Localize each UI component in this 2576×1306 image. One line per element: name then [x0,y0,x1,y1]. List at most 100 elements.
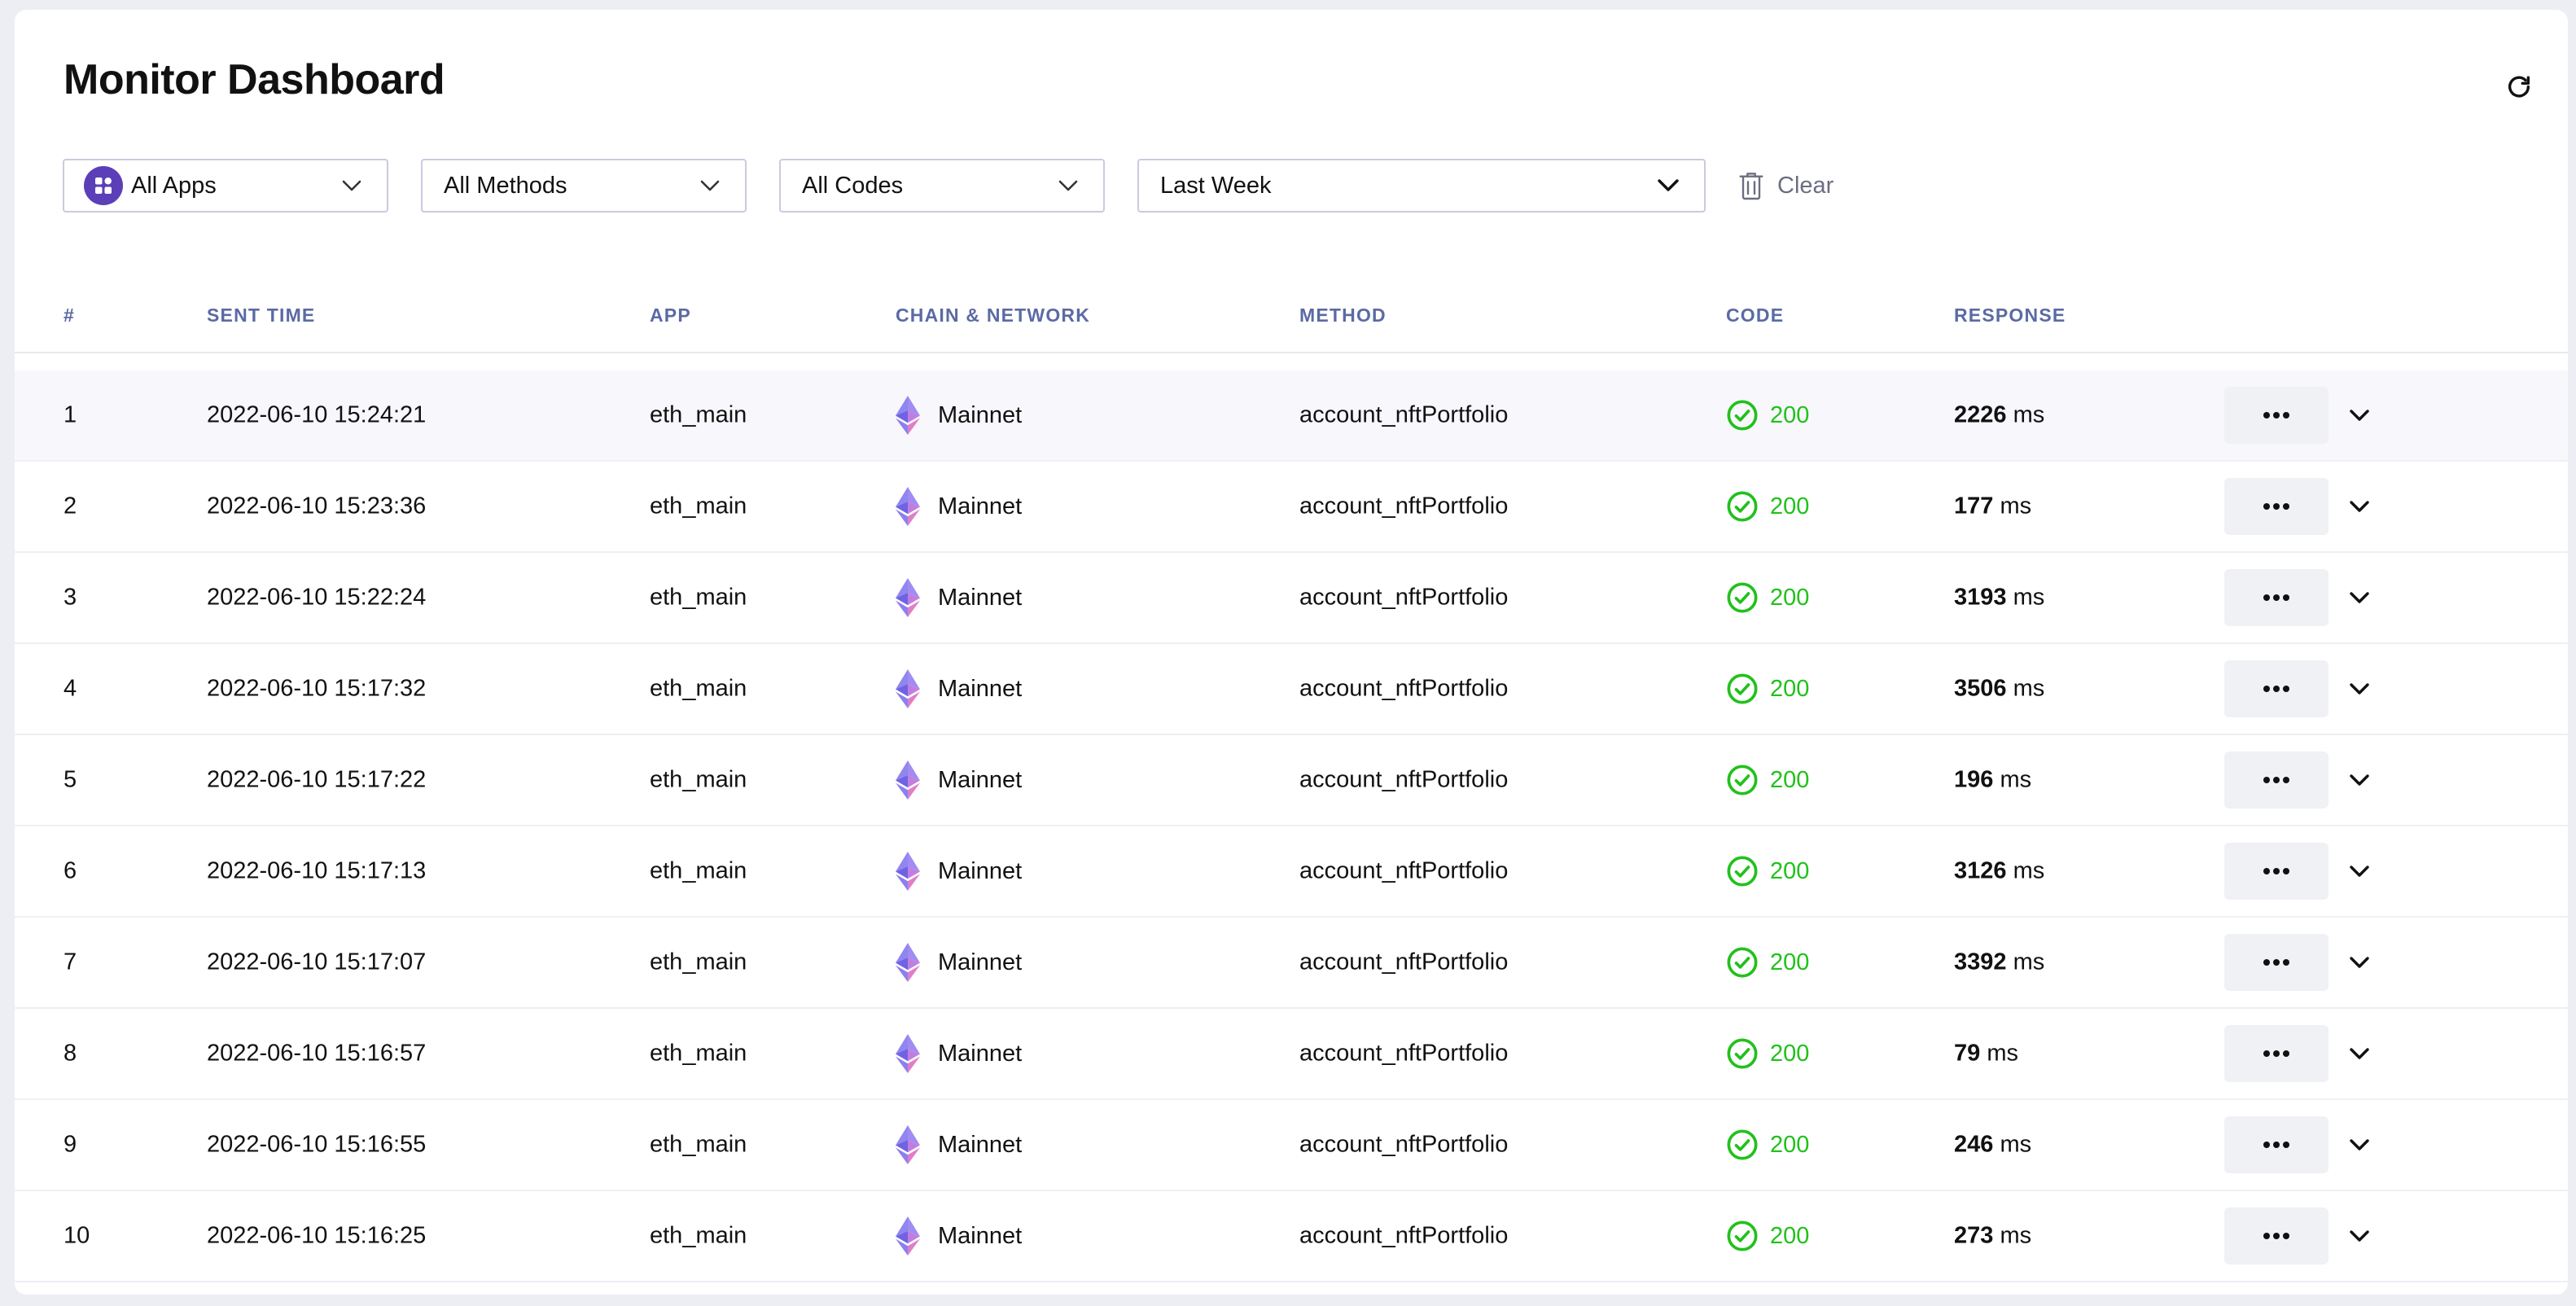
row-app: eth_main [650,493,747,519]
column-header-app: APP [650,305,691,326]
methods-filter[interactable]: All Methods [421,159,747,213]
more-actions-button[interactable] [2224,843,2328,900]
row-response-value: 3506 [1954,675,2007,702]
apps-filter[interactable]: All Apps [63,159,388,213]
row-method: account_nftPortfolio [1299,675,1509,702]
row-response: 79 ms [1954,1041,2018,1067]
row-method: account_nftPortfolio [1299,766,1509,793]
row-code-value: 200 [1770,949,1810,975]
row-method: account_nftPortfolio [1299,1040,1509,1067]
codes-filter[interactable]: All Codes [779,159,1105,213]
row-response: 3193 ms [1954,585,2044,611]
more-actions-button[interactable] [2224,934,2328,991]
row-response: 3392 ms [1954,949,2044,976]
table-row[interactable]: 5 2022-06-10 15:17:22 eth_main Mainnet a… [15,735,2568,826]
row-code: 200 [1726,1129,1809,1161]
row-network: Mainnet [938,401,1023,428]
row-app: eth_main [650,766,747,793]
chevron-down-icon [2350,1139,2369,1150]
row-app: eth_main [650,949,747,975]
more-actions-button[interactable] [2224,660,2328,717]
row-code-value: 200 [1770,1222,1810,1249]
row-response-unit: ms [2000,1222,2032,1249]
clear-button[interactable]: Clear [1738,171,1833,200]
more-horizontal-icon [2263,777,2289,783]
expand-row-button[interactable] [2345,948,2374,977]
chevron-down-icon [1058,179,1079,192]
more-actions-button[interactable] [2224,1116,2328,1173]
table-row[interactable]: 4 2022-06-10 15:17:32 eth_main Mainnet a… [15,644,2568,735]
chevron-down-icon [2350,866,2369,877]
table-header: # SENT TIME APP CHAIN & NETWORK METHOD C… [15,296,2568,337]
dashboard-card: Monitor Dashboard All Apps All Methods A… [15,10,2568,1295]
row-response-unit: ms [2000,1131,2032,1158]
table-row[interactable]: 10 2022-06-10 15:16:25 eth_main Mainnet … [15,1191,2568,1282]
table-row[interactable]: 3 2022-06-10 15:22:24 eth_main Mainnet a… [15,553,2568,644]
row-network: Mainnet [938,1222,1023,1249]
refresh-button[interactable] [2501,70,2537,106]
row-sent-time: 2022-06-10 15:24:21 [207,401,427,428]
more-actions-button[interactable] [2224,387,2328,444]
period-filter[interactable]: Last Week [1137,159,1706,213]
row-code: 200 [1726,581,1809,614]
codes-filter-label: All Codes [802,172,904,199]
row-method: account_nftPortfolio [1299,493,1509,519]
column-header-sent-time: SENT TIME [207,305,316,326]
expand-row-button[interactable] [2345,765,2374,795]
row-chain-network: Mainnet [896,669,1022,708]
apps-filter-label: All Apps [131,172,217,199]
expand-row-button[interactable] [2345,1039,2374,1068]
expand-row-button[interactable] [2345,492,2374,521]
expand-row-button[interactable] [2345,674,2374,703]
row-response-value: 196 [1954,766,1994,793]
chevron-down-icon [2350,957,2369,968]
table-row[interactable]: 8 2022-06-10 15:16:57 eth_main Mainnet a… [15,1009,2568,1100]
chevron-down-icon [2350,1048,2369,1059]
chevron-down-icon [2350,774,2369,786]
column-header-index: # [64,305,75,326]
row-app: eth_main [650,1222,747,1249]
row-network: Mainnet [938,584,1023,611]
row-app: eth_main [650,857,747,884]
more-actions-button[interactable] [2224,1025,2328,1082]
table-row[interactable]: 7 2022-06-10 15:17:07 eth_main Mainnet a… [15,918,2568,1009]
table-row[interactable]: 2 2022-06-10 15:23:36 eth_main Mainnet a… [15,462,2568,553]
table-row[interactable]: 9 2022-06-10 15:16:55 eth_main Mainnet a… [15,1100,2568,1191]
chevron-down-icon [699,179,721,192]
row-sent-time: 2022-06-10 15:17:07 [207,949,427,975]
ethereum-icon [896,852,920,891]
more-actions-button[interactable] [2224,569,2328,626]
table-body: 1 2022-06-10 15:24:21 eth_main Mainnet a… [15,370,2568,1282]
table-row[interactable]: 1 2022-06-10 15:24:21 eth_main Mainnet a… [15,370,2568,462]
row-network: Mainnet [938,857,1023,884]
row-sent-time: 2022-06-10 15:17:32 [207,675,427,702]
row-method: account_nftPortfolio [1299,949,1509,975]
check-circle-icon [1727,673,1758,704]
expand-row-button[interactable] [2345,401,2374,430]
filters-bar: All Apps All Methods All Codes Last Week [63,157,1833,214]
header-divider [15,352,2568,353]
more-horizontal-icon [2263,959,2289,966]
expand-row-button[interactable] [2345,1221,2374,1251]
more-actions-button[interactable] [2224,478,2328,535]
row-response: 273 ms [1954,1223,2031,1250]
row-chain-network: Mainnet [896,1034,1022,1073]
check-circle-icon [1727,491,1758,522]
row-chain-network: Mainnet [896,760,1022,800]
row-response-unit: ms [1987,1040,2018,1067]
more-actions-button[interactable] [2224,1207,2328,1264]
table-row[interactable]: 6 2022-06-10 15:17:13 eth_main Mainnet a… [15,826,2568,918]
row-code: 200 [1726,946,1809,979]
expand-row-button[interactable] [2345,857,2374,886]
more-actions-button[interactable] [2224,752,2328,809]
row-code: 200 [1726,1037,1809,1070]
check-circle-icon [1727,856,1758,887]
row-response: 2226 ms [1954,402,2044,429]
row-code-value: 200 [1770,766,1810,793]
row-chain-network: Mainnet [896,487,1022,526]
row-response-unit: ms [2013,401,2045,428]
more-horizontal-icon [2263,503,2289,510]
row-response: 246 ms [1954,1132,2031,1159]
expand-row-button[interactable] [2345,583,2374,612]
expand-row-button[interactable] [2345,1130,2374,1159]
